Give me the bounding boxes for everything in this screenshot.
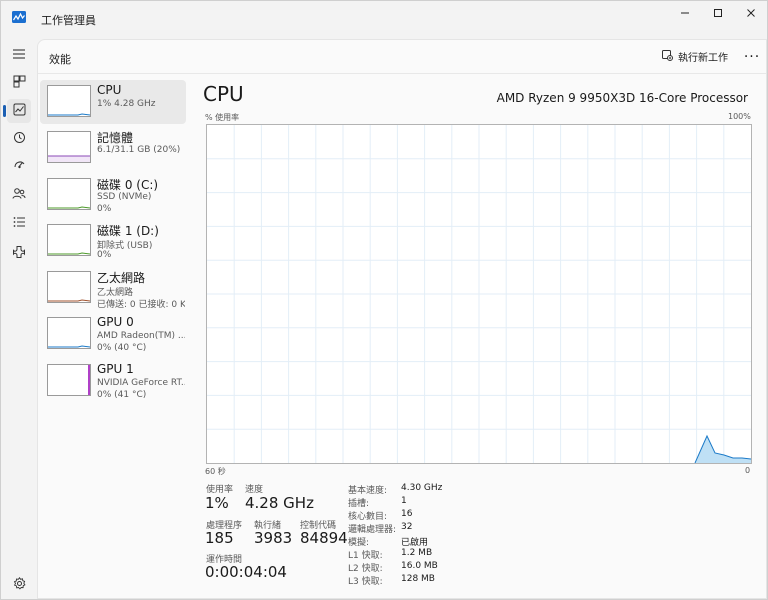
maximize-icon <box>713 7 723 21</box>
spec-value: 1.2 MB <box>401 548 433 558</box>
device-usage: 0% (40 °C) <box>97 343 147 353</box>
run-new-task-icon <box>662 49 673 64</box>
details-icon <box>13 216 26 231</box>
performance-icon <box>13 103 26 119</box>
window-title: 工作管理員 <box>41 14 96 27</box>
spec-label: L3 快取: <box>348 577 383 587</box>
spec-value: 32 <box>401 522 413 532</box>
spec-label: 核心數目: <box>348 512 388 522</box>
nav-users[interactable] <box>7 183 31 207</box>
device-detail: SSD (NVMe) <box>97 192 152 202</box>
device-name: 磁碟 1 (D:) <box>97 224 159 238</box>
spec-label: L2 快取: <box>348 564 383 574</box>
spec-value: 128 MB <box>401 574 435 584</box>
device-thumbnail-graph <box>47 271 91 303</box>
spec-value: 1 <box>401 496 407 506</box>
minimize-button[interactable] <box>668 1 702 27</box>
run-new-task-button[interactable]: 執行新工作 <box>662 49 728 64</box>
processes-value: 185 <box>205 529 234 547</box>
graph-x-right-label: 0 <box>745 466 751 475</box>
content-panel: 效能 執行新工作 ··· CPU 1% 4.28 GHz 記憶體 6.1/31.1 G… <box>37 39 767 599</box>
uptime-value: 0:00:04:04 <box>205 563 287 581</box>
cpu-heading: CPU <box>203 82 244 106</box>
device-usage: 0% (41 °C) <box>97 390 147 400</box>
nav-services[interactable] <box>7 241 31 265</box>
device-thumbnail-graph <box>47 364 91 396</box>
device-name: 磁碟 0 (C:) <box>97 178 159 192</box>
device-item[interactable]: 磁碟 0 (C:) SSD (NVMe) 0% <box>40 173 186 217</box>
nav-details[interactable] <box>7 211 31 235</box>
spec-label: 邏輯處理器: <box>348 525 397 535</box>
device-thumbnail-graph <box>47 224 91 256</box>
graph-y-axis-label: % 使用率 <box>205 113 240 122</box>
nav-processes[interactable] <box>7 71 31 95</box>
spec-value: 16 <box>401 509 413 519</box>
device-name: 記憶體 <box>97 131 134 145</box>
device-thumbnail-graph <box>47 317 91 349</box>
device-item[interactable]: GPU 0 AMD Radeon(TM) ... 0% (40 °C) <box>40 312 186 356</box>
cpu-utilization-chart <box>207 125 752 464</box>
spec-label: L1 快取: <box>348 551 383 561</box>
device-thumbnail-graph <box>47 131 91 163</box>
device-detail: 1% 4.28 GHz <box>97 99 156 109</box>
device-thumbnail-graph <box>47 85 91 117</box>
minimize-icon <box>680 7 690 21</box>
spec-value: 已啟用 <box>401 538 429 548</box>
nav-performance[interactable] <box>3 99 31 123</box>
device-item[interactable]: 磁碟 1 (D:) 卸除式 (USB) 0% <box>40 219 186 263</box>
cpu-utilization-graph <box>206 124 752 464</box>
graph-x-left-label: 60 秒 <box>205 467 226 476</box>
run-new-task-label: 執行新工作 <box>678 53 728 64</box>
page-title: 效能 <box>49 53 71 66</box>
graph-y-max-label: 100% <box>728 112 751 121</box>
settings-button[interactable] <box>7 573 31 597</box>
threads-value: 3983 <box>254 529 293 547</box>
task-manager-window: 工作管理員 效能 執行新工作 ··· CPU 1% 4.28 GHz 記憶體 6… <box>0 0 768 600</box>
device-name: 乙太網路 <box>97 271 146 285</box>
device-item[interactable]: GPU 1 NVIDIA GeForce RT... 0% (41 °C) <box>40 359 186 403</box>
spec-value: 4.30 GHz <box>401 483 443 493</box>
device-detail: NVIDIA GeForce RT... <box>97 378 185 388</box>
navigation-rail <box>1 37 37 599</box>
cpu-model-name: AMD Ryzen 9 9950X3D 16-Core Processor <box>496 91 748 105</box>
device-item[interactable]: CPU 1% 4.28 GHz <box>40 80 186 124</box>
handles-value: 84894 <box>300 529 348 547</box>
spec-label: 基本速度: <box>348 486 388 496</box>
device-name: CPU <box>97 83 122 97</box>
more-options-icon: ··· <box>743 49 761 65</box>
device-thumbnail-graph <box>47 178 91 210</box>
settings-gear-icon <box>13 577 26 593</box>
spec-label: 插槽: <box>348 499 370 509</box>
command-bar: 效能 執行新工作 ··· <box>38 40 766 74</box>
title-bar[interactable]: 工作管理員 <box>1 1 767 37</box>
startup-apps-icon <box>13 159 26 175</box>
task-manager-app-icon <box>12 11 26 23</box>
usage-value: 1% <box>205 494 229 512</box>
speed-value: 4.28 GHz <box>245 494 314 512</box>
device-item[interactable]: 記憶體 6.1/31.1 GB (20%) <box>40 126 186 170</box>
nav-app-history[interactable] <box>7 127 31 151</box>
device-item[interactable]: 乙太網路乙太網路已傳送: 0 已接收: 0 Kbps <box>40 266 186 310</box>
device-detail: 6.1/31.1 GB (20%) <box>97 145 181 155</box>
device-usage: 已傳送: 0 已接收: 0 Kbps <box>97 300 185 310</box>
close-icon <box>746 7 756 21</box>
device-name: GPU 0 <box>97 315 134 329</box>
device-usage: 0% <box>97 204 112 214</box>
maximize-button[interactable] <box>701 1 735 27</box>
users-icon <box>12 187 26 203</box>
processes-icon <box>13 75 26 91</box>
services-icon <box>12 245 26 262</box>
spec-value: 16.0 MB <box>401 561 438 571</box>
device-detail: AMD Radeon(TM) ... <box>97 331 185 341</box>
menu-toggle-button[interactable] <box>7 43 31 67</box>
hamburger-menu-icon <box>12 48 26 63</box>
spec-label: 模擬: <box>348 538 370 548</box>
cpu-usage-area <box>695 436 751 463</box>
close-button[interactable] <box>734 1 768 27</box>
device-usage: 0% <box>97 250 112 260</box>
device-name: GPU 1 <box>97 362 134 376</box>
more-options-button[interactable]: ··· <box>740 46 764 68</box>
app-history-icon <box>13 131 26 147</box>
nav-startup-apps[interactable] <box>7 155 31 179</box>
